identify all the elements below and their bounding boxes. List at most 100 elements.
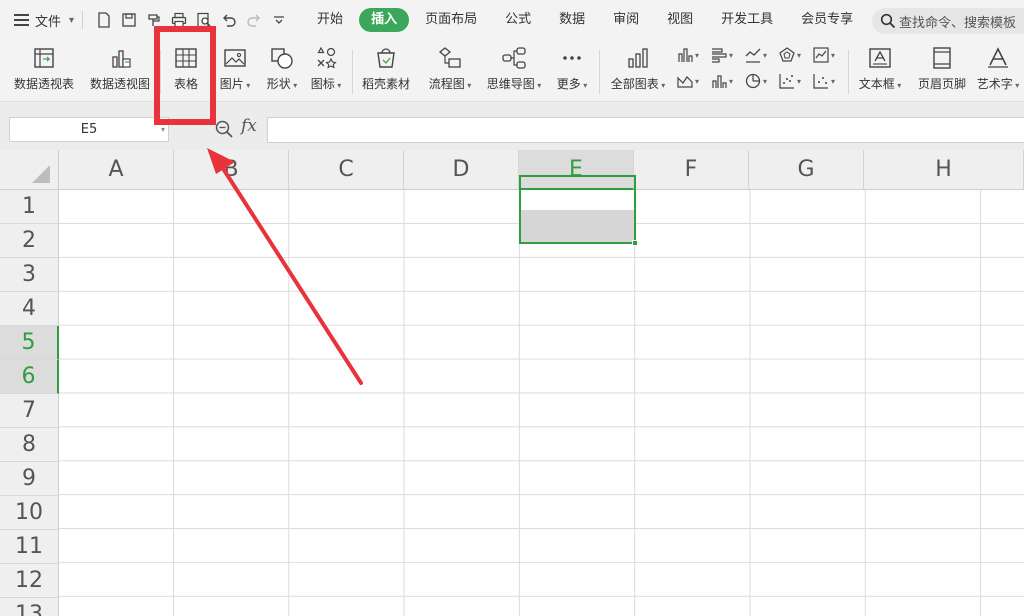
column-header-g[interactable]: G [749, 150, 864, 190]
tab-developer[interactable]: 开发工具 [709, 8, 785, 32]
column-chart-icon [678, 48, 693, 62]
textbox-button[interactable]: 文本框 ▾ [852, 42, 908, 98]
stock-chart-button[interactable]: ▾ [812, 44, 842, 66]
pivot-table-icon [34, 48, 54, 68]
column-chart-button[interactable]: ▾ [676, 44, 706, 66]
undo-icon[interactable] [216, 8, 241, 32]
divider [848, 50, 849, 94]
chevron-down-icon: ▾ [658, 81, 666, 90]
tab-insert[interactable]: 插入 [359, 8, 410, 32]
customize-toolbar-icon[interactable] [266, 8, 291, 32]
row-header-5[interactable]: 5 [0, 326, 59, 360]
file-menu[interactable]: 文件 ▾ [14, 11, 74, 30]
chevron-down-icon: ▾ [243, 81, 251, 90]
tab-data[interactable]: 数据 [547, 8, 597, 32]
combo-chart-button[interactable]: ▾ [710, 70, 740, 92]
shape-button[interactable]: 形状 ▾ [260, 42, 304, 98]
cell-grid[interactable] [59, 190, 1024, 616]
more-button[interactable]: 更多 ▾ [550, 42, 594, 98]
column-header-b[interactable]: B [174, 150, 289, 190]
column-header-d[interactable]: D [404, 150, 519, 190]
column-header-c[interactable]: C [289, 150, 404, 190]
row-header-2[interactable]: 2 [0, 224, 59, 258]
flowchart-text: 流程图 [428, 77, 465, 91]
selected-range[interactable] [519, 175, 638, 246]
mindmap-button[interactable]: 思维导图 ▾ [482, 42, 546, 98]
select-all-button[interactable] [0, 150, 59, 190]
picture-button[interactable]: 图片 ▾ [213, 42, 257, 98]
row-header-7[interactable]: 7 [0, 394, 59, 428]
tab-home[interactable]: 开始 [305, 8, 355, 32]
mindmap-icon [502, 47, 526, 69]
docer-material-icon [377, 48, 395, 68]
tab-view[interactable]: 视图 [655, 8, 705, 32]
divider [599, 50, 600, 94]
row-header-12[interactable]: 12 [0, 564, 59, 598]
column-header-h[interactable]: H [864, 150, 1024, 190]
header-footer-label: 页眉页脚 [917, 77, 966, 91]
chevron-down-icon: ▾ [334, 81, 342, 90]
row-header-11[interactable]: 11 [0, 530, 59, 564]
textbox-text: 文本框 [858, 77, 895, 91]
textbox-label: 文本框 ▾ [859, 75, 902, 92]
row-header-6[interactable]: 6 [0, 360, 59, 394]
row-header-4[interactable]: 4 [0, 292, 59, 326]
tab-member[interactable]: 会员专享 [789, 8, 865, 32]
tab-page-layout[interactable]: 页面布局 [413, 8, 489, 32]
column-header-f[interactable]: F [634, 150, 749, 190]
row-header-3[interactable]: 3 [0, 258, 59, 292]
wordart-button[interactable]: 艺术字 ▾ [974, 42, 1022, 98]
row-header-10[interactable]: 10 [0, 496, 59, 530]
row-header-9[interactable]: 9 [0, 462, 59, 496]
chevron-down-icon: ▾ [894, 81, 902, 90]
row-header-1[interactable]: 1 [0, 190, 59, 224]
row-header-8[interactable]: 8 [0, 428, 59, 462]
tab-review[interactable]: 审阅 [601, 8, 651, 32]
tab-formulas[interactable]: 公式 [493, 8, 543, 32]
wordart-icon [988, 47, 1008, 68]
selected-cell-e6[interactable] [521, 210, 634, 242]
flowchart-button[interactable]: 流程图 ▾ [422, 42, 478, 98]
redo-icon[interactable] [241, 8, 266, 32]
chevron-down-icon: ▾ [1012, 81, 1020, 90]
column-header-a[interactable]: A [59, 150, 174, 190]
flowchart-icon [438, 47, 461, 68]
shape-label: 形状 ▾ [267, 75, 298, 92]
name-box-value: E5 [80, 122, 98, 137]
zoom-icon[interactable] [214, 119, 234, 139]
shape-text: 形状 [266, 77, 291, 91]
all-charts-button[interactable]: 全部图表 ▾ [605, 42, 671, 98]
bar-chart-button[interactable]: ▾ [710, 44, 740, 66]
name-box[interactable]: E5 ▾ [9, 117, 169, 142]
row-header-13[interactable]: 13 [0, 598, 59, 616]
icon-library-label: 图标 ▾ [311, 75, 342, 92]
pivot-table-button[interactable]: 数据透视表 [9, 42, 79, 98]
line-chart-button[interactable]: ▾ [744, 44, 774, 66]
scatter-chart-button[interactable]: ▾ [778, 70, 808, 92]
area-chart-icon [677, 76, 693, 88]
area-chart-button[interactable]: ▾ [676, 70, 706, 92]
mindmap-label: 思维导图 ▾ [487, 75, 542, 92]
header-footer-icon [933, 47, 951, 69]
pivot-table-label: 数据透视表 [13, 77, 74, 91]
icon-library-text: 图标 [310, 77, 335, 91]
fill-handle[interactable] [632, 240, 638, 246]
header-footer-button[interactable]: 页眉页脚 [912, 42, 972, 98]
insert-function-button[interactable]: fx [241, 116, 257, 136]
chevron-down-icon: ▾ [831, 50, 836, 60]
save-icon[interactable] [116, 8, 141, 32]
chevron-down-icon: ▾ [695, 76, 700, 86]
icon-library-button[interactable]: 图标 ▾ [304, 42, 348, 98]
pie-chart-button[interactable]: ▾ [744, 70, 774, 92]
bar-chart-icon [712, 48, 727, 63]
divider [352, 50, 353, 94]
other-chart-button[interactable]: ▾ [812, 70, 842, 92]
new-file-icon[interactable] [91, 8, 116, 32]
pivot-chart-button[interactable]: 数据透视图 [85, 42, 155, 98]
docer-material-button[interactable]: 稻壳素材 [357, 42, 415, 98]
radar-chart-button[interactable]: ▾ [778, 44, 808, 66]
formula-input[interactable] [267, 117, 1024, 143]
highlight-box [154, 26, 216, 125]
all-charts-text: 全部图表 [610, 77, 659, 91]
search-input[interactable]: 查找命令、搜索模板 [872, 8, 1024, 34]
